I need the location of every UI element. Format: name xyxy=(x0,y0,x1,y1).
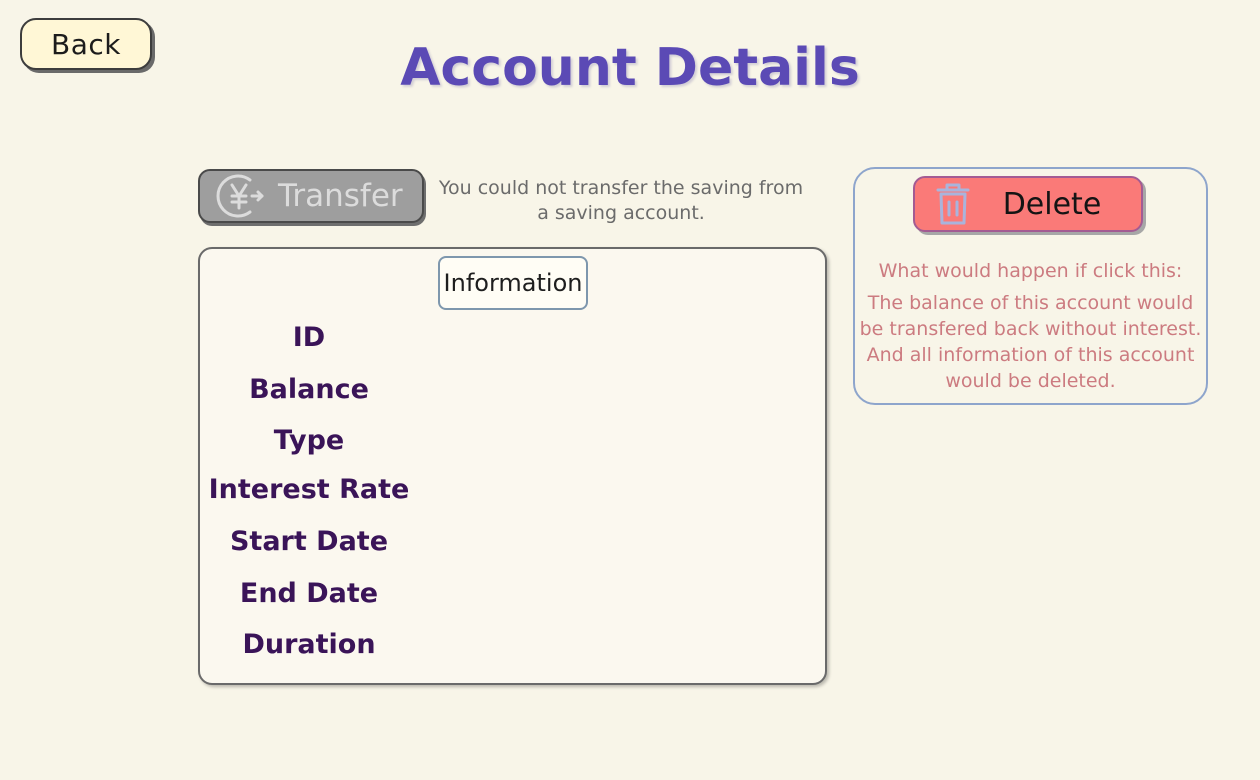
transfer-button[interactable]: Transfer xyxy=(198,169,424,223)
transfer-label: Transfer xyxy=(278,178,403,214)
page-title: Account Details xyxy=(400,38,860,98)
delete-warning-body: The balance of this account would be tra… xyxy=(859,292,1202,392)
delete-panel: Delete What would happen if click this: … xyxy=(853,167,1208,405)
field-label-interest-rate: Interest Rate xyxy=(208,474,410,505)
yen-transfer-icon xyxy=(216,174,264,218)
field-label-type: Type xyxy=(273,425,345,456)
delete-button[interactable]: Delete xyxy=(913,176,1143,232)
field-label-id: ID xyxy=(292,322,326,353)
delete-label: Delete xyxy=(1002,186,1102,222)
field-label-duration: Duration xyxy=(242,629,376,660)
transfer-disabled-note: You could not transfer the saving from a… xyxy=(438,177,804,224)
information-card: Information ID Balance Type Interest Rat… xyxy=(198,247,827,685)
delete-warning-title: What would happen if click this: xyxy=(878,260,1183,282)
field-label-end-date: End Date xyxy=(239,578,379,609)
information-tab[interactable]: Information xyxy=(438,256,588,310)
field-label-balance: Balance xyxy=(249,374,369,405)
field-label-start-date: Start Date xyxy=(229,526,389,557)
trash-icon xyxy=(936,183,970,225)
